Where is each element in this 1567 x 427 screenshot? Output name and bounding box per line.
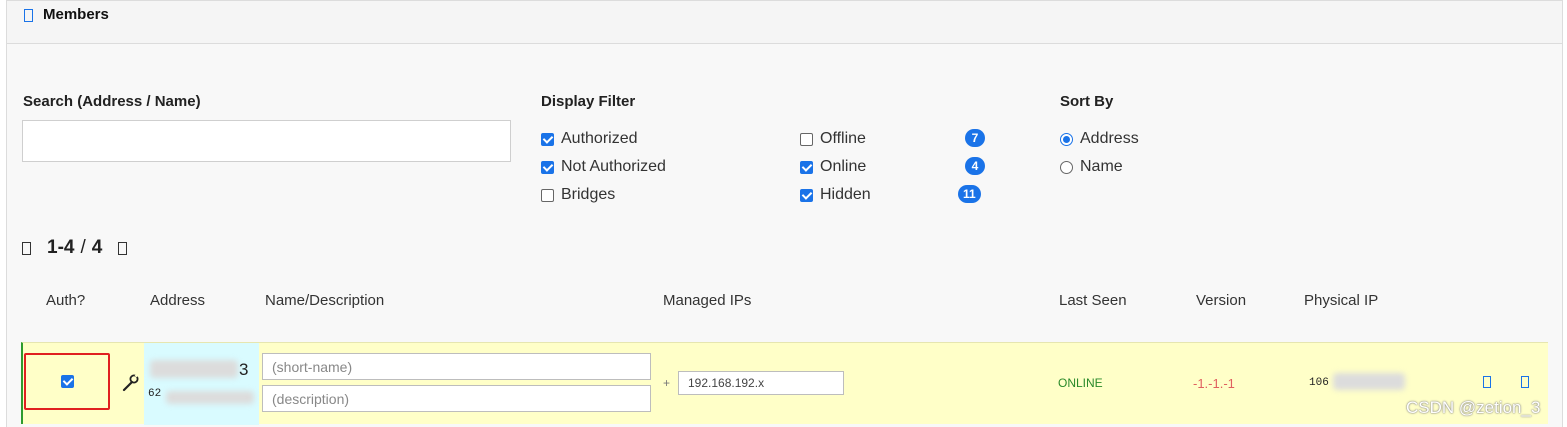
page-separator: / [80,237,86,258]
watermark: CSDN @zetion_3 [1406,398,1541,417]
member-version: -1.-1.-1 [1193,376,1235,391]
members-icon [24,9,33,22]
address-prefix: 62 [148,388,162,400]
add-managed-ip-icon[interactable]: + [663,376,670,390]
filter-hidden-label: Hidden [820,186,871,203]
header-address[interactable]: Address [150,292,205,309]
sort-address-label: Address [1080,130,1139,147]
panel-header: Members [7,0,1562,44]
header-managed-ips: Managed IPs [663,292,752,309]
filter-bridges-label: Bridges [561,186,616,203]
filter-not-authorized[interactable]: Not Authorized [541,157,666,177]
last-seen-status: ONLINE [1058,376,1103,390]
sort-name-label: Name [1080,158,1123,175]
hidden-count-badge: 11 [958,185,981,203]
wrench-icon[interactable] [120,373,140,393]
table-row: 3 62 (short-name) (description) + 192.16… [21,342,1548,425]
auth-cell-highlight [24,353,110,410]
pager: 1-4 / 4 [22,236,128,260]
address-redacted [150,360,238,378]
filter-online-label: Online [820,158,867,175]
physical-ip-prefix: 106 [1309,377,1329,389]
filter-online[interactable]: Online [800,157,866,177]
physical-ip-redacted [1333,373,1405,390]
display-filter-label: Display Filter [541,93,636,110]
header-auth[interactable]: Auth? [46,292,85,309]
checkbox-offline[interactable] [800,132,813,146]
header-last-seen[interactable]: Last Seen [1059,292,1127,309]
sort-by-label: Sort By [1060,93,1114,110]
header-physical-ip: Physical IP [1304,292,1379,309]
radio-sort-address[interactable] [1060,132,1073,146]
page-next-icon[interactable] [118,241,128,255]
online-count-badge: 4 [965,157,985,175]
member-name-input[interactable]: (short-name) [262,353,651,380]
authorize-checkbox[interactable] [60,375,74,388]
checkbox-not-authorized[interactable] [541,160,554,174]
checkbox-authorized[interactable] [541,132,554,146]
member-action-icon[interactable] [1483,376,1491,388]
filter-offline[interactable]: Offline [800,129,866,149]
panel-title: Members [43,6,109,23]
checkbox-online[interactable] [800,160,813,174]
filter-hidden[interactable]: Hidden [800,185,871,205]
address-cell: 3 62 [144,343,259,425]
header-name-description[interactable]: Name/Description [265,292,384,309]
radio-sort-name[interactable] [1060,160,1073,174]
search-label: Search (Address / Name) [23,93,201,110]
sort-address-option[interactable]: Address [1060,129,1139,149]
sort-name-option[interactable]: Name [1060,157,1123,177]
checkbox-hidden[interactable] [800,188,813,202]
header-version: Version [1196,292,1247,309]
member-delete-icon[interactable] [1521,376,1529,388]
page-total: 4 [91,237,103,258]
page-prev-icon[interactable] [22,241,31,255]
page-range: 1-4 [47,237,75,258]
offline-count-badge: 7 [965,129,985,147]
filter-authorized[interactable]: Authorized [541,129,638,149]
managed-ip-input[interactable]: 192.168.192.x [678,371,844,395]
member-description-input[interactable]: (description) [262,385,651,412]
filter-authorized-label: Authorized [561,130,638,147]
checkbox-bridges[interactable] [541,188,554,202]
filter-bridges[interactable]: Bridges [541,185,615,205]
search-input[interactable] [22,120,511,162]
filter-not-authorized-label: Not Authorized [561,158,666,175]
address-suffix: 3 [239,360,249,379]
address-redacted-2 [166,391,254,404]
filter-offline-label: Offline [820,130,866,147]
